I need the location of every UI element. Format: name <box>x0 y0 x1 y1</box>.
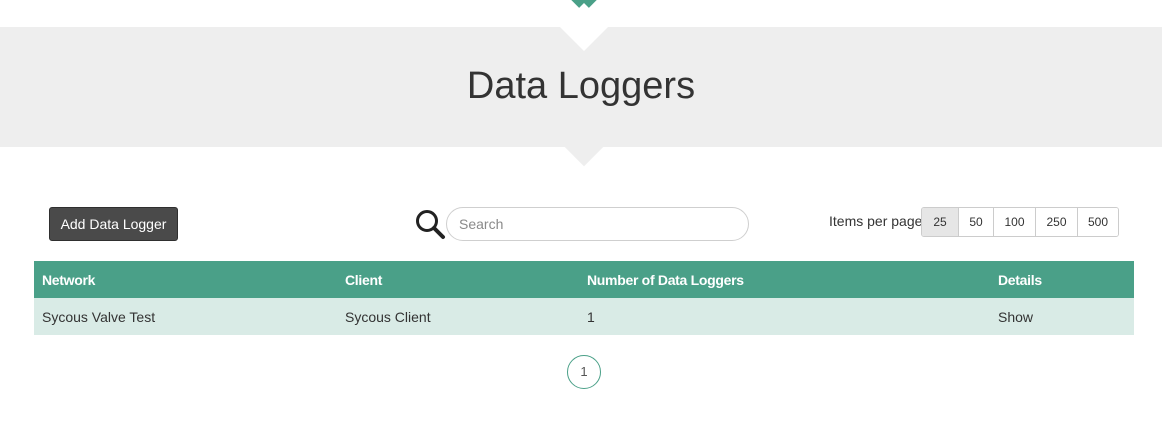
banner-notch-bottom <box>562 123 606 167</box>
column-header-number-of-data-loggers[interactable]: Number of Data Loggers <box>579 261 990 298</box>
column-header-details: Details <box>990 261 1134 298</box>
pagination-page-1[interactable]: 1 <box>567 355 601 389</box>
banner-notch-top <box>559 2 609 52</box>
items-per-page-option-500[interactable]: 500 <box>1077 208 1118 236</box>
page-header-banner: Data Loggers <box>0 2 1162 167</box>
items-per-page-label: Items per page <box>829 213 923 229</box>
items-per-page-option-25[interactable]: 25 <box>922 208 958 236</box>
data-loggers-table: Network Client Number of Data Loggers De… <box>34 261 1134 335</box>
column-header-client[interactable]: Client <box>337 261 579 298</box>
items-per-page-option-250[interactable]: 250 <box>1035 208 1077 236</box>
cell-network: Sycous Valve Test <box>34 298 337 335</box>
page-title: Data Loggers <box>466 65 696 107</box>
items-per-page-option-50[interactable]: 50 <box>958 208 993 236</box>
cell-number-of-data-loggers: 1 <box>579 298 990 335</box>
items-per-page-selector: 25 50 100 250 500 <box>921 207 1119 237</box>
column-header-network[interactable]: Network <box>34 261 337 298</box>
search-input[interactable] <box>446 207 749 241</box>
items-per-page-option-100[interactable]: 100 <box>993 208 1035 236</box>
add-data-logger-button[interactable]: Add Data Logger <box>49 207 178 241</box>
table-header-row: Network Client Number of Data Loggers De… <box>34 261 1134 298</box>
table-row: Sycous Valve Test Sycous Client 1 Show <box>34 298 1134 335</box>
cell-client: Sycous Client <box>337 298 579 335</box>
search-icon[interactable] <box>414 208 446 240</box>
show-details-link[interactable]: Show <box>990 298 1134 335</box>
